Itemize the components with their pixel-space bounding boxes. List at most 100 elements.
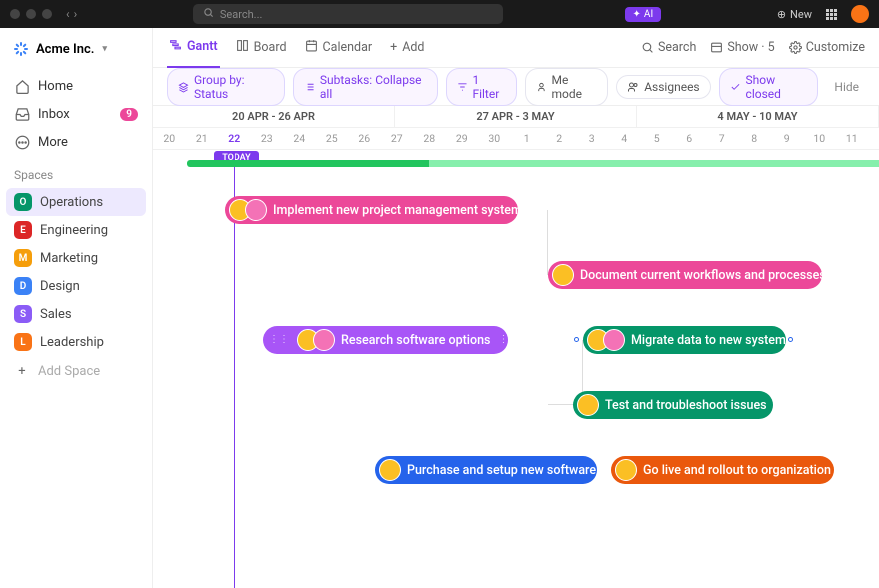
- day-cell[interactable]: 28: [413, 128, 446, 149]
- day-cell[interactable]: 29: [446, 128, 479, 149]
- space-item-marketing[interactable]: MMarketing: [6, 244, 146, 272]
- show-action[interactable]: Show · 5: [710, 40, 774, 55]
- week-range: 27 APR - 3 MAY: [395, 106, 637, 127]
- space-icon: D: [14, 277, 32, 295]
- ai-button[interactable]: ✦ AI: [625, 7, 662, 22]
- user-avatar[interactable]: [851, 5, 869, 23]
- me-mode-chip[interactable]: Me mode: [525, 68, 609, 106]
- window-controls[interactable]: [10, 9, 52, 19]
- search-bar[interactable]: Search...: [193, 4, 503, 24]
- chevron-down-icon: ▾: [102, 44, 107, 54]
- board-icon: [236, 39, 249, 56]
- task-area: Implement new project management system D…: [153, 176, 879, 588]
- task-assignees: [615, 459, 637, 481]
- day-cell[interactable]: 21: [186, 128, 219, 149]
- search-placeholder: Search...: [220, 8, 263, 21]
- space-item-operations[interactable]: OOperations: [6, 188, 146, 216]
- forward-button[interactable]: ›: [74, 7, 78, 21]
- tab-board[interactable]: Board: [234, 28, 289, 68]
- add-view-button[interactable]: + Add: [388, 29, 426, 66]
- add-space-button[interactable]: + Add Space: [6, 356, 146, 386]
- task-assignees: [587, 329, 625, 351]
- tab-gantt[interactable]: Gantt: [167, 28, 220, 68]
- avatar: [313, 329, 335, 351]
- space-icon: S: [14, 305, 32, 323]
- day-cell[interactable]: 8: [738, 128, 771, 149]
- space-icon: O: [14, 193, 32, 211]
- task-bar[interactable]: Migrate data to new system: [583, 326, 786, 354]
- day-cell[interactable]: 23: [251, 128, 284, 149]
- filter-chip[interactable]: 1 Filter: [446, 68, 517, 106]
- ai-sparkle-icon: ✦: [633, 9, 641, 20]
- plus-icon: +: [390, 40, 397, 55]
- more-icon: [14, 134, 30, 150]
- day-cell[interactable]: 4: [608, 128, 641, 149]
- day-cell[interactable]: 10: [803, 128, 836, 149]
- week-range: 4 MAY - 10 MAY: [637, 106, 879, 127]
- avatar: [379, 459, 401, 481]
- space-item-engineering[interactable]: E Engineering: [6, 216, 146, 244]
- sidebar: Acme Inc. ▾ Home Inbox 9 More Spaces OOp…: [0, 28, 153, 588]
- day-cell[interactable]: 6: [673, 128, 706, 149]
- task-bar[interactable]: Implement new project management system: [225, 196, 518, 224]
- nav-inbox[interactable]: Inbox 9: [6, 100, 146, 128]
- task-label: Test and troubleshoot issues: [605, 398, 767, 413]
- week-range: 20 APR - 26 APR: [153, 106, 395, 127]
- new-button[interactable]: ⊕ New: [777, 8, 812, 21]
- day-cell[interactable]: 5: [641, 128, 674, 149]
- day-cell[interactable]: 25: [316, 128, 349, 149]
- tab-calendar[interactable]: Calendar: [303, 28, 375, 68]
- task-bar[interactable]: Test and troubleshoot issues: [573, 391, 773, 419]
- customize-action[interactable]: Customize: [789, 40, 865, 55]
- task-label: Research software options: [341, 333, 490, 348]
- day-cell[interactable]: 9: [771, 128, 804, 149]
- nav-more[interactable]: More: [6, 128, 146, 156]
- task-assignees: [577, 394, 599, 416]
- group-by-chip[interactable]: Group by: Status: [167, 68, 285, 106]
- day-cell[interactable]: 20: [153, 128, 186, 149]
- drag-handle-icon[interactable]: ⋮⋮: [267, 335, 291, 345]
- day-cell[interactable]: 2: [543, 128, 576, 149]
- search-action[interactable]: Search: [641, 40, 696, 55]
- task-bar[interactable]: ⋮⋮Research software options⋮⋮: [263, 326, 508, 354]
- space-icon: L: [14, 333, 32, 351]
- back-button[interactable]: ‹: [66, 7, 70, 21]
- avatar: [245, 199, 267, 221]
- task-bar[interactable]: Go live and rollout to organization: [611, 456, 834, 484]
- avatar: [615, 459, 637, 481]
- space-icon: E: [14, 221, 32, 239]
- workspace-picker[interactable]: Acme Inc. ▾: [6, 36, 146, 62]
- space-item-design[interactable]: DDesign: [6, 272, 146, 300]
- space-item-leadership[interactable]: L Leadership: [6, 328, 146, 356]
- day-cell[interactable]: 30: [478, 128, 511, 149]
- day-cell[interactable]: 27: [381, 128, 414, 149]
- titlebar: ‹ › Search... ✦ AI ⊕ New: [0, 0, 879, 28]
- task-assignees: [552, 264, 574, 286]
- nav-home[interactable]: Home: [6, 72, 146, 100]
- space-item-sales[interactable]: S Sales: [6, 300, 146, 328]
- day-cell[interactable]: 1: [511, 128, 544, 149]
- apps-icon[interactable]: [826, 9, 837, 20]
- subtasks-chip[interactable]: Subtasks: Collapse all: [293, 68, 438, 106]
- day-cell[interactable]: 26: [348, 128, 381, 149]
- day-cell[interactable]: 3: [576, 128, 609, 149]
- logo-icon: [12, 40, 30, 58]
- day-cell[interactable]: 24: [283, 128, 316, 149]
- show-closed-chip[interactable]: Show closed: [719, 68, 819, 106]
- day-cell[interactable]: 7: [706, 128, 739, 149]
- task-bar[interactable]: Document current workflows and processes: [548, 261, 822, 289]
- space-label: Sales: [40, 307, 72, 322]
- hide-button[interactable]: Hide: [834, 80, 859, 94]
- plus-circle-icon: ⊕: [777, 8, 786, 21]
- task-label: Go live and rollout to organization: [643, 463, 831, 478]
- day-cell[interactable]: 22: [218, 128, 251, 149]
- avatar: [552, 264, 574, 286]
- task-bar[interactable]: Purchase and setup new software: [375, 456, 597, 484]
- task-assignees: [379, 459, 401, 481]
- space-label: Marketing: [40, 251, 98, 266]
- assignees-chip[interactable]: Assignees: [616, 75, 710, 99]
- space-label: Engineering: [40, 223, 108, 238]
- day-cell[interactable]: 11: [836, 128, 869, 149]
- drag-handle-icon[interactable]: ⋮⋮: [496, 335, 520, 345]
- space-label: Leadership: [40, 335, 104, 350]
